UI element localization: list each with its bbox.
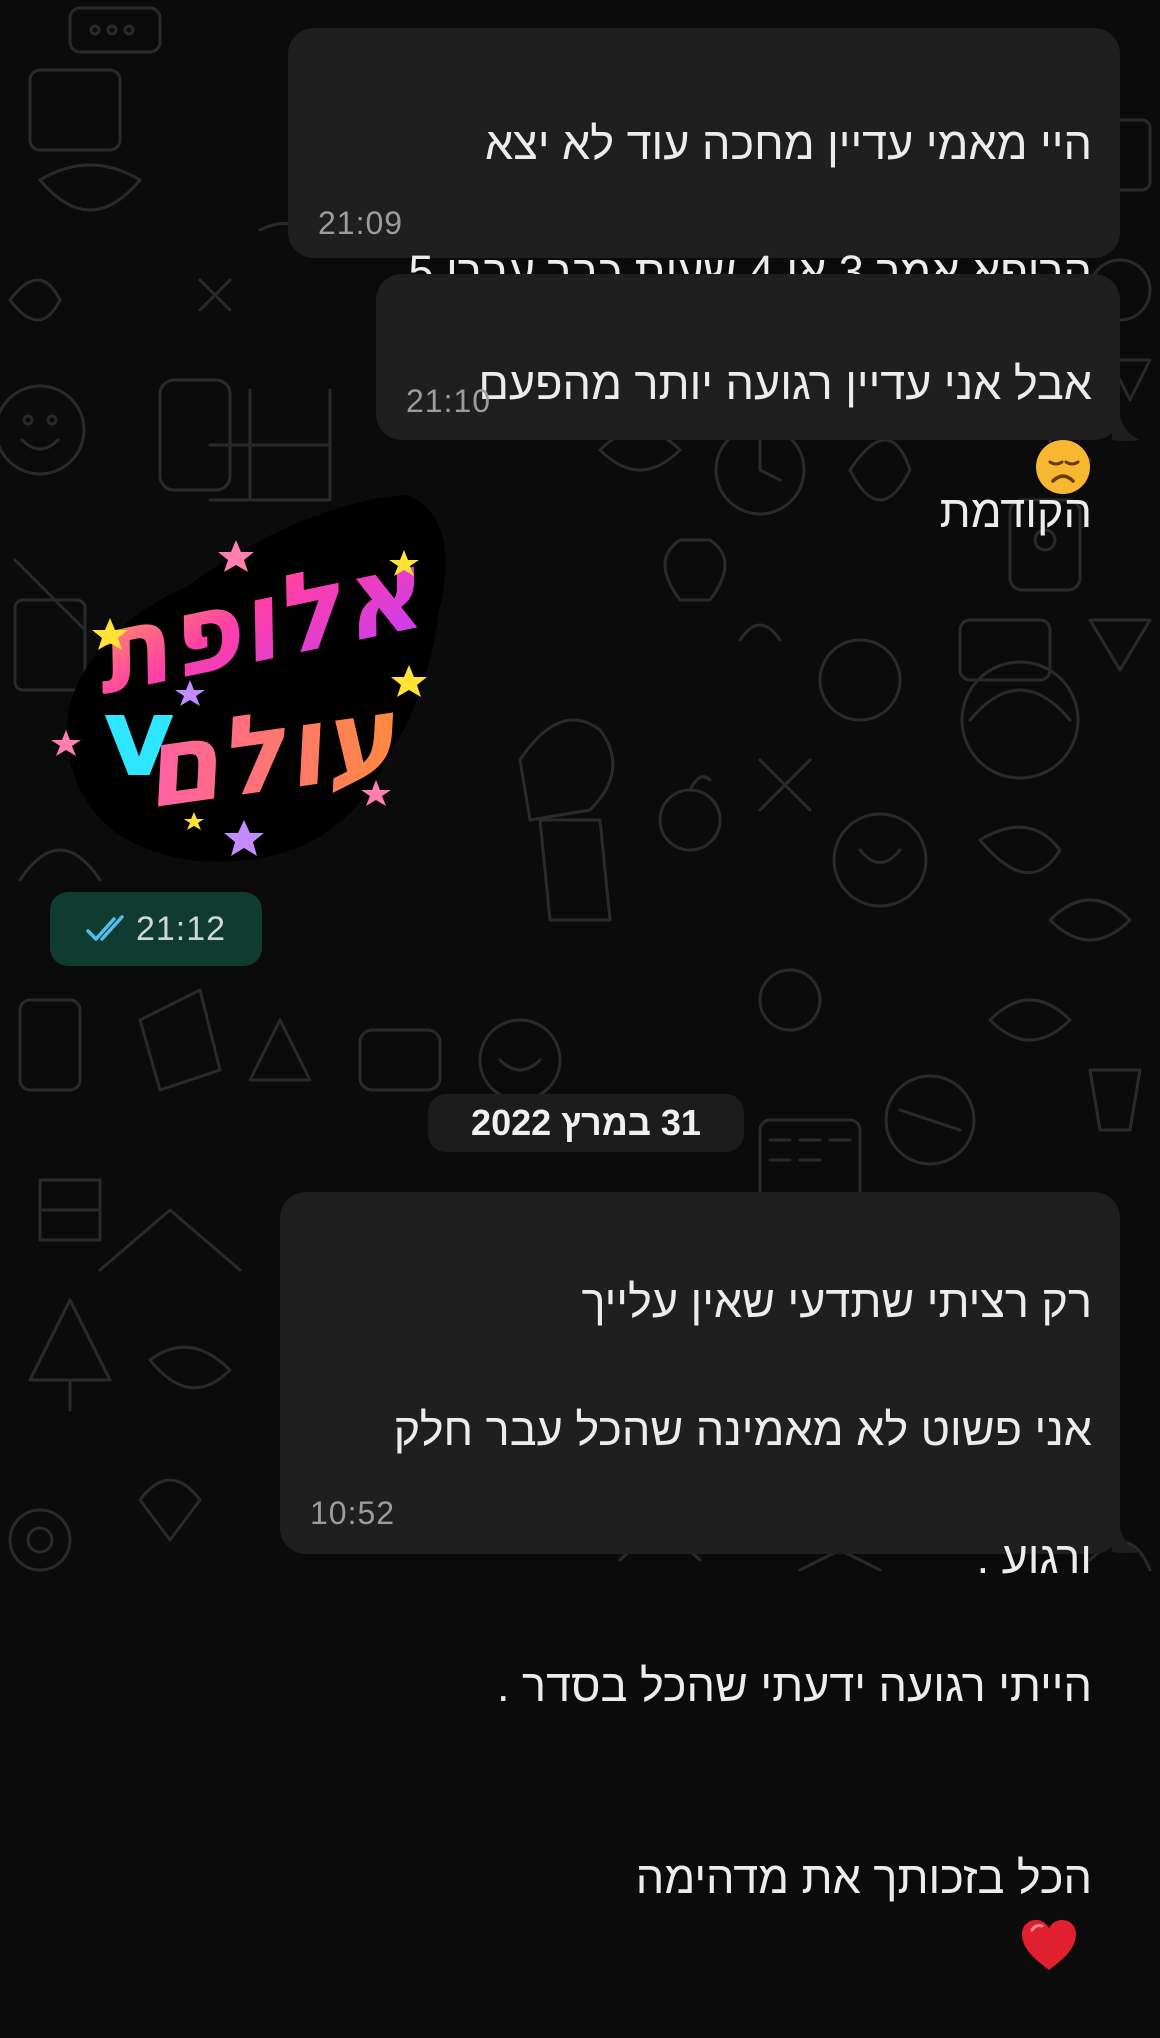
message-line: רק רציתי שתדעי שאין עלייך <box>581 1276 1092 1327</box>
date-separator: 31 במרץ 2022 <box>428 1094 744 1152</box>
message-line: הכל בזכותך את מדהימה <box>635 1852 1092 1903</box>
message-time: 21:12 <box>135 909 227 948</box>
incoming-message[interactable]: אבל אני עדיין רגועה יותר מהפעם הקודמת 21… <box>376 274 1120 537</box>
message-time: 21:09 <box>318 205 404 241</box>
message-time: 21:10 <box>406 383 492 419</box>
incoming-message[interactable]: היי מאמי עדיין מחכה עוד לא יצא הרופא אמר… <box>288 28 1120 495</box>
message-line: אני פשוט לא מאמינה שהכל עבר חלק <box>393 1404 1092 1455</box>
message-text: רק רציתי שתדעי שאין עלייך אני פשוט לא מא… <box>320 1206 1092 2038</box>
bubble-tail <box>1112 1526 1140 1553</box>
message-line: הייתי רגועה ידעתי שהכל בסדר . <box>497 1660 1092 1711</box>
message-line: הקודמת <box>939 486 1092 537</box>
message-line: אבל אני עדיין רגועה יותר מהפעם <box>478 358 1092 409</box>
bubble-tail <box>1112 414 1140 441</box>
message-line-with-emoji: הכל בזכותך את מדהימה <box>320 1782 1092 1974</box>
message-time: 10:52 <box>310 1495 396 1531</box>
sticker-heart-glyph: v <box>103 673 175 801</box>
incoming-message[interactable]: רק רציתי שתדעי שאין עלייך אני פשוט לא מא… <box>280 1192 1120 1971</box>
sticker-message[interactable]: אלופת עולם v <box>44 490 464 890</box>
message-line: ורגוע . <box>976 1532 1092 1583</box>
message-line: היי מאמי עדיין מחכה עוד לא יצא <box>485 118 1092 169</box>
red-heart-emoji <box>1022 1920 1076 1971</box>
message-text: אבל אני עדיין רגועה יותר מהפעם הקודמת <box>416 288 1092 608</box>
double-check-icon <box>86 915 124 941</box>
world-champion-sticker: אלופת עולם v <box>51 495 446 862</box>
sticker-status: 21:12 <box>50 892 262 966</box>
